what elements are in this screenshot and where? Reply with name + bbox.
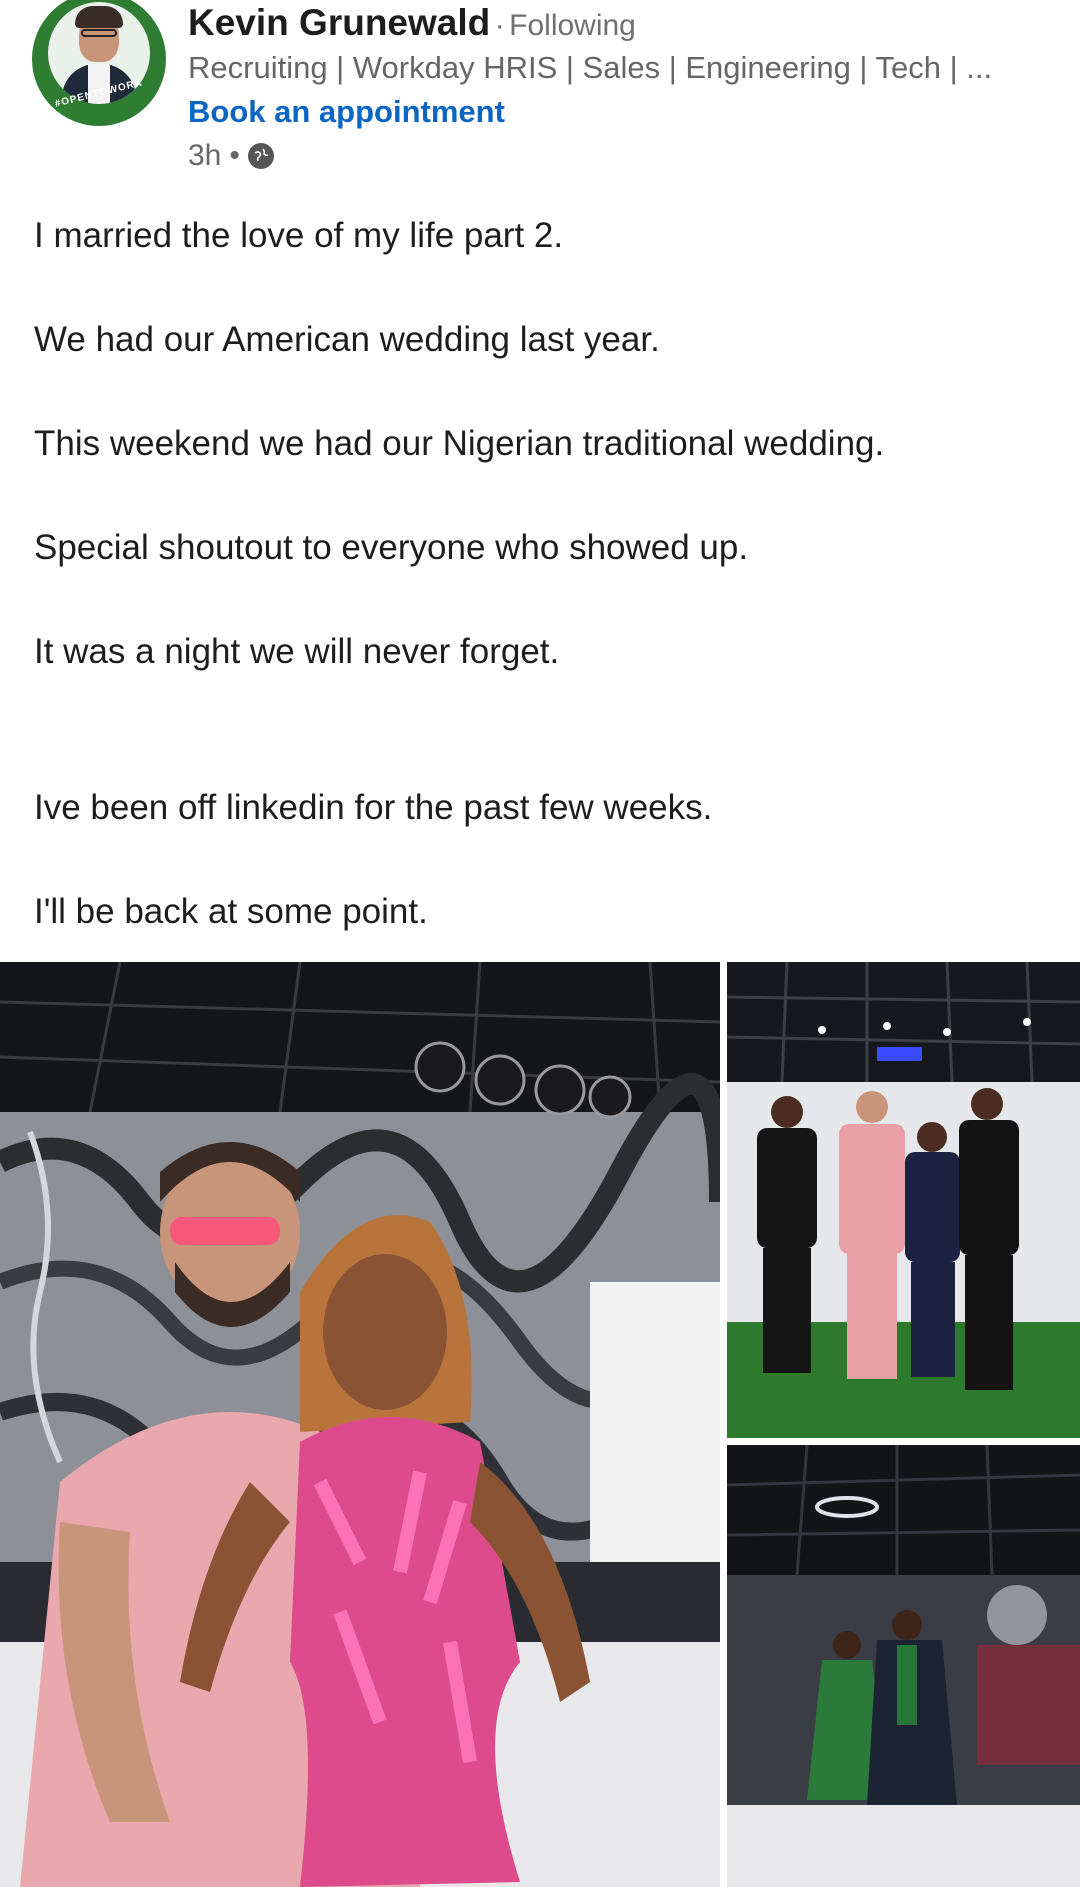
author-name[interactable]: Kevin Grunewald bbox=[188, 2, 490, 43]
post-photo-dance[interactable] bbox=[727, 1445, 1080, 1887]
post-line: Special shoutout to everyone who showed … bbox=[34, 528, 749, 567]
avatar-hair bbox=[75, 6, 123, 28]
post-line: I'll be back at some point. bbox=[34, 892, 428, 931]
post-line: We had our American wedding last year. bbox=[34, 320, 660, 359]
meta-dot: • bbox=[229, 139, 240, 172]
post-meta: 3h • bbox=[188, 139, 274, 173]
post-line: I married the love of my life part 2. bbox=[34, 216, 564, 255]
follow-status[interactable]: Following bbox=[509, 9, 636, 42]
author-headline: Recruiting | Workday HRIS | Sales | Engi… bbox=[188, 50, 993, 85]
post-photo-group[interactable] bbox=[727, 962, 1080, 1438]
author-avatar[interactable]: #OPENTOWORK bbox=[32, 0, 166, 126]
globe-icon bbox=[247, 143, 274, 169]
post-header: #OPENTOWORK Kevin Grunewald · Following … bbox=[0, 0, 1080, 190]
avatar-glasses bbox=[81, 29, 117, 37]
name-separator: · bbox=[494, 9, 505, 42]
post-line: This weekend we had our Nigerian traditi… bbox=[34, 424, 885, 463]
post-photo-couple[interactable] bbox=[0, 962, 720, 1887]
post-line: Ive been off linkedin for the past few w… bbox=[34, 788, 713, 827]
book-appointment-link[interactable]: Book an appointment bbox=[188, 94, 505, 130]
post-line: It was a night we will never forget. bbox=[34, 632, 560, 671]
author-name-line: Kevin Grunewald · Following bbox=[188, 2, 636, 46]
post-time: 3h bbox=[188, 139, 222, 172]
